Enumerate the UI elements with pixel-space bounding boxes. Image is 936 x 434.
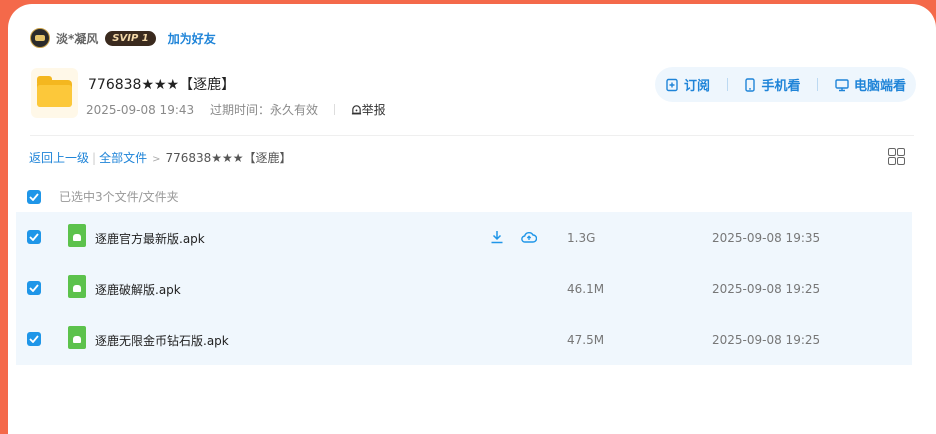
list-item[interactable]: 逐鹿官方最新版.apk 1.3G 2025-09-08 19:35 bbox=[16, 212, 912, 263]
file-size: 46.1M bbox=[567, 282, 605, 296]
row-checkbox[interactable] bbox=[27, 281, 41, 295]
check-icon bbox=[29, 284, 39, 292]
cloud-save-icon[interactable] bbox=[521, 229, 538, 248]
avatar[interactable] bbox=[30, 28, 50, 48]
subscribe-button[interactable]: 订阅 bbox=[665, 75, 710, 94]
user-name[interactable]: 淡*凝风 bbox=[56, 30, 98, 47]
share-expire: 过期时间：永久有效 bbox=[209, 103, 318, 117]
download-icon[interactable] bbox=[490, 229, 504, 248]
breadcrumb-current: 776838★★★【逐鹿】 bbox=[165, 151, 292, 165]
file-list: 逐鹿官方最新版.apk 1.3G 2025-09-08 19:35 逐鹿破解版.… bbox=[16, 212, 912, 365]
subscribe-icon bbox=[666, 78, 678, 91]
select-all-checkbox[interactable] bbox=[27, 189, 41, 204]
divider bbox=[726, 78, 728, 91]
file-size: 1.3G bbox=[567, 231, 596, 245]
divider bbox=[817, 78, 819, 91]
pc-view-button[interactable]: 电脑端看 bbox=[835, 75, 906, 94]
user-info: 淡*凝风 SVIP 1 加为好友 bbox=[30, 28, 216, 48]
chevron-right-icon: > bbox=[152, 154, 161, 165]
file-name[interactable]: 逐鹿无限金币钻石版.apk bbox=[95, 332, 229, 349]
share-meta: 2025-09-08 19:43 过期时间：永久有效 举报 bbox=[86, 101, 410, 118]
list-item[interactable]: 逐鹿破解版.apk 46.1M 2025-09-08 19:25 bbox=[16, 263, 912, 314]
file-name[interactable]: 逐鹿官方最新版.apk bbox=[95, 230, 205, 247]
all-files-link[interactable]: 全部文件 bbox=[99, 151, 147, 165]
action-bar: 订阅 手机看 电脑端看 bbox=[655, 67, 916, 102]
row-checkbox[interactable] bbox=[27, 332, 41, 346]
phone-icon bbox=[745, 77, 756, 92]
check-icon bbox=[29, 233, 39, 241]
grid-view-icon[interactable] bbox=[888, 148, 905, 165]
select-all: 已选中3个文件/文件夹 bbox=[27, 188, 179, 205]
file-time: 2025-09-08 19:25 bbox=[712, 282, 821, 296]
file-time: 2025-09-08 19:35 bbox=[712, 231, 821, 245]
monitor-icon bbox=[835, 78, 849, 91]
vip-badge: SVIP 1 bbox=[105, 30, 156, 46]
mobile-view-button[interactable]: 手机看 bbox=[744, 75, 801, 94]
back-link[interactable]: 返回上一级 bbox=[29, 151, 89, 165]
report-button[interactable]: 举报 bbox=[351, 103, 398, 117]
row-checkbox[interactable] bbox=[27, 230, 41, 244]
selection-count: 已选中3个文件/文件夹 bbox=[59, 190, 179, 204]
add-friend-button[interactable]: 加为好友 bbox=[168, 30, 216, 47]
report-label: 举报 bbox=[361, 103, 386, 117]
android-file-icon bbox=[68, 326, 86, 349]
share-card: 淡*凝风 SVIP 1 加为好友 776838★★★【逐鹿】 2025-09-0… bbox=[8, 4, 936, 434]
list-item[interactable]: 逐鹿无限金币钻石版.apk 47.5M 2025-09-08 19:25 bbox=[16, 314, 912, 365]
pc-view-label: 电脑端看 bbox=[853, 79, 906, 94]
report-icon bbox=[351, 105, 361, 115]
subscribe-label: 订阅 bbox=[684, 79, 711, 94]
share-title: 776838★★★【逐鹿】 bbox=[88, 77, 236, 93]
file-size: 47.5M bbox=[567, 333, 605, 347]
file-time: 2025-09-08 19:25 bbox=[712, 333, 821, 347]
android-file-icon bbox=[68, 224, 86, 247]
breadcrumb: 返回上一级 | 全部文件 >776838★★★【逐鹿】 bbox=[29, 151, 292, 165]
check-icon bbox=[29, 192, 39, 201]
share-date: 2025-09-08 19:43 bbox=[86, 103, 195, 117]
mobile-view-label: 手机看 bbox=[761, 79, 801, 94]
divider bbox=[333, 104, 335, 115]
check-icon bbox=[29, 335, 39, 343]
folder-icon bbox=[31, 68, 78, 118]
divider bbox=[30, 135, 914, 136]
android-file-icon bbox=[68, 275, 86, 298]
file-name[interactable]: 逐鹿破解版.apk bbox=[95, 281, 181, 298]
